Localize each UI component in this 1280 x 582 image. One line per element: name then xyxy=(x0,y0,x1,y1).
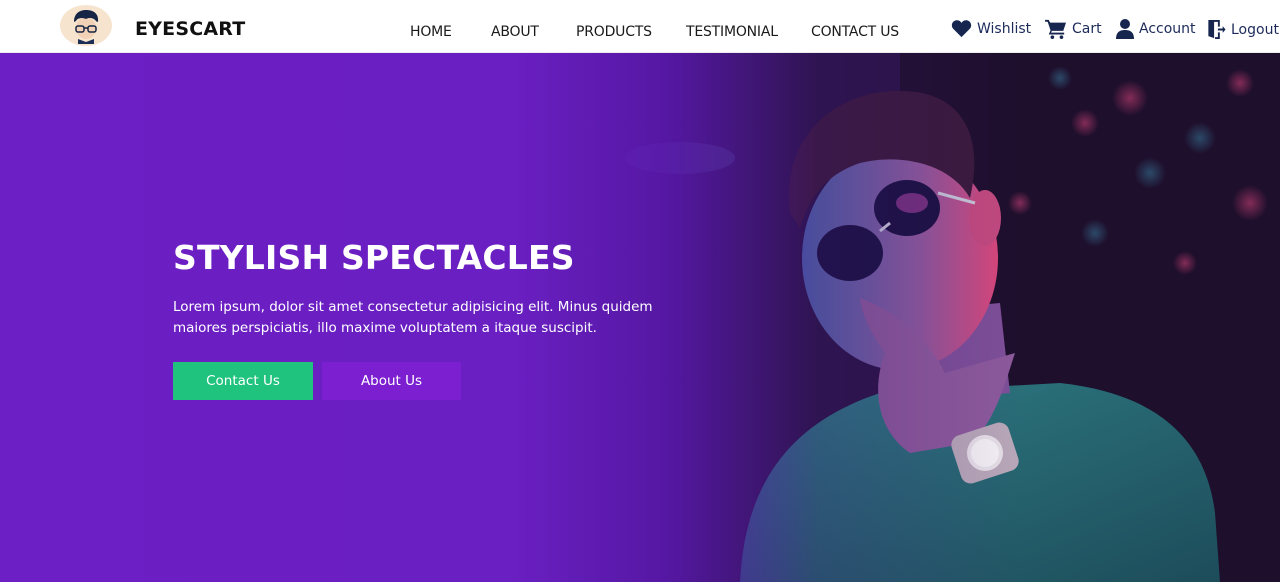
cart-icon xyxy=(1045,19,1066,39)
logout-label: Logout xyxy=(1231,21,1279,38)
cart-link[interactable]: Cart xyxy=(1045,19,1102,39)
site-header: EYESCART HOME ABOUT PRODUCTS TESTIMONIAL… xyxy=(0,0,1280,53)
wishlist-link[interactable]: Wishlist xyxy=(951,19,1031,38)
about-us-button[interactable]: About Us xyxy=(322,362,461,400)
hero-title: STYLISH SPECTACLES xyxy=(173,238,575,277)
door-exit-icon xyxy=(1208,19,1226,40)
heart-icon xyxy=(951,20,972,38)
account-label: Account xyxy=(1139,21,1196,37)
user-icon xyxy=(1116,19,1134,39)
account-link[interactable]: Account xyxy=(1116,19,1196,39)
hero-description: Lorem ipsum, dolor sit amet consectetur … xyxy=(173,299,653,336)
wishlist-label: Wishlist xyxy=(977,20,1032,37)
cart-label: Cart xyxy=(1072,21,1102,37)
contact-us-button[interactable]: Contact Us xyxy=(173,362,313,400)
logout-link[interactable]: Logout xyxy=(1206,19,1279,40)
user-links: Wishlist Cart Account Logout xyxy=(0,19,1280,45)
hero-banner: STYLISH SPECTACLES Lorem ipsum, dolor si… xyxy=(0,53,1280,582)
